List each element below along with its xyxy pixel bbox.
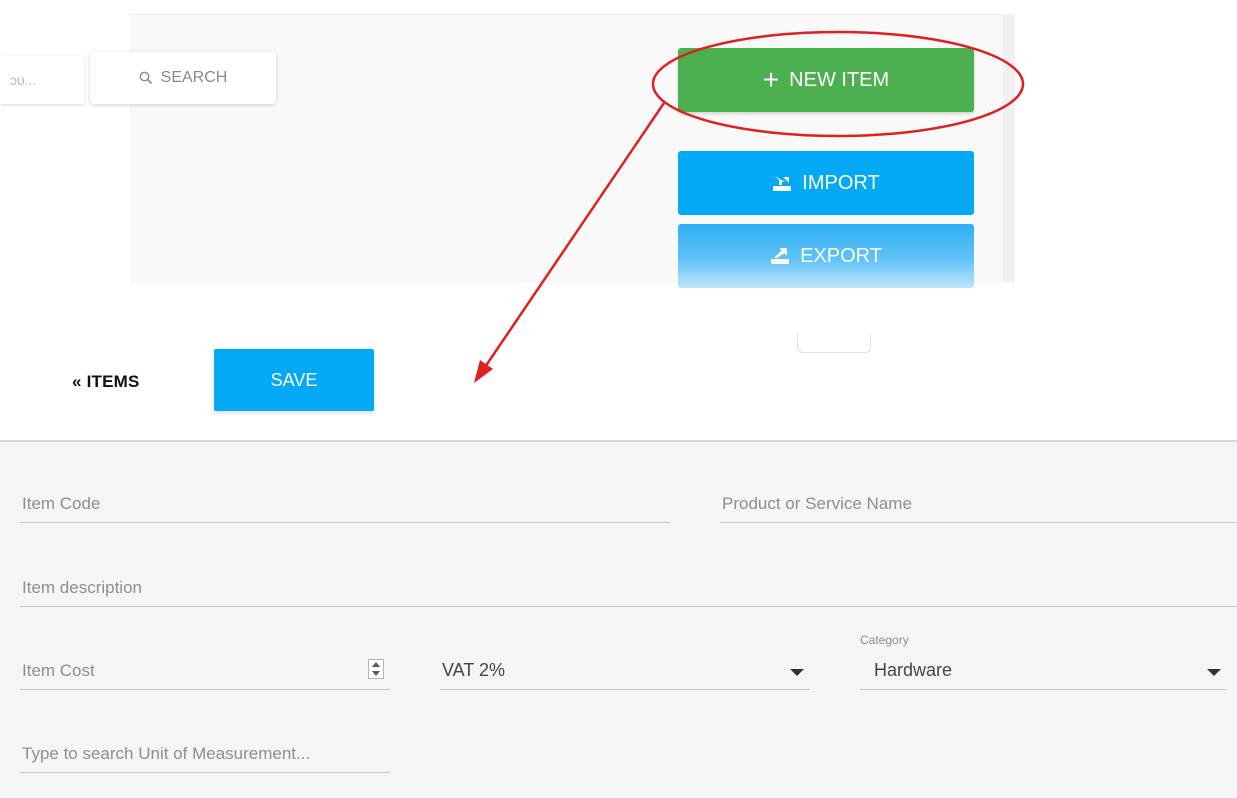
highlight-ellipse [651,30,1025,138]
annotation-overlay [474,30,1025,383]
annotation-arrowhead [474,360,493,383]
annotation-arrow-line [481,102,666,371]
